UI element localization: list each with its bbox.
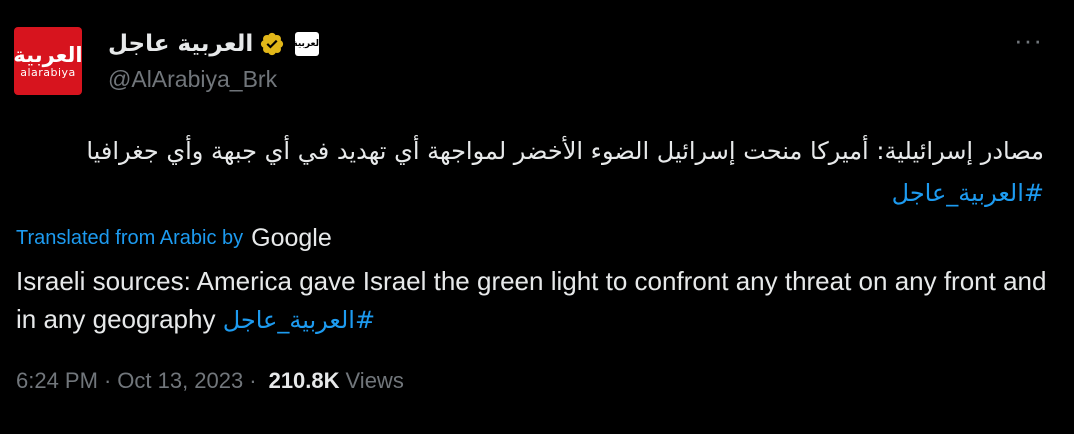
avatar-logo-arabic: العربية (14, 43, 82, 67)
more-options-icon[interactable]: ··· (1014, 27, 1043, 53)
translation-attribution: Translated from Arabic by Google (16, 224, 332, 253)
translation-text: Israeli sources: America gave Israel the… (16, 266, 1047, 334)
avatar[interactable]: العربية alarabiya (14, 27, 82, 95)
affiliate-badge-icon[interactable]: العربية (295, 32, 320, 56)
google-logo: Google (251, 224, 332, 252)
tweet-date[interactable]: Oct 13, 2023 (117, 368, 243, 394)
views-label[interactable]: Views (346, 368, 404, 394)
translated-from-label[interactable]: Translated from Arabic by (16, 227, 243, 250)
author-name-row: العربية عاجل العربية (108, 27, 320, 61)
avatar-logo-latin: alarabiya (20, 66, 76, 79)
author-handle[interactable]: @AlArabiya_Brk (108, 66, 277, 93)
tweet-text-body: مصادر إسرائيلية: أميركا منحت إسرائيل الض… (86, 137, 1044, 165)
tweet-meta: 6:24 PM · Oct 13, 2023 · 210.8K Views (16, 368, 404, 394)
tweet-time[interactable]: 6:24 PM (16, 368, 98, 394)
meta-separator: · (103, 368, 112, 393)
hashtag-link[interactable]: #العربية_عاجل (892, 179, 1044, 207)
verified-badge-icon[interactable] (259, 31, 285, 57)
affiliate-badge-text: العربية (295, 38, 319, 49)
author-display-name[interactable]: العربية عاجل (108, 31, 253, 57)
views-count[interactable]: 210.8K (269, 368, 340, 394)
meta-separator-2: · (249, 368, 257, 393)
tweet-text-arabic: مصادر إسرائيلية: أميركا منحت إسرائيل الض… (24, 130, 1044, 214)
translation-hashtag-link[interactable]: #العربية_عاجل (223, 306, 375, 334)
tweet-translation: Israeli sources: America gave Israel the… (16, 262, 1056, 339)
